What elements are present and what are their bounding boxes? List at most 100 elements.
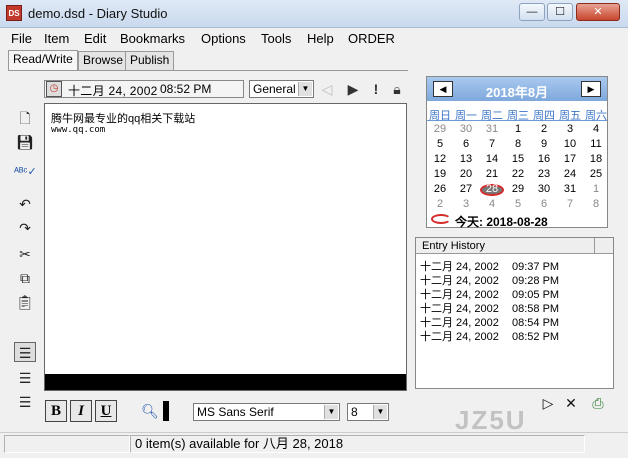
calendar-day[interactable]: 15: [505, 153, 531, 165]
menu-help[interactable]: Help: [307, 31, 334, 46]
calendar-day[interactable]: 31: [557, 183, 583, 195]
calendar-day[interactable]: 18: [583, 153, 609, 165]
calendar-day[interactable]: 7: [557, 198, 583, 210]
close-button[interactable]: ✕: [576, 3, 620, 21]
tab-read-write[interactable]: Read/Write: [8, 50, 78, 70]
underline-button[interactable]: U: [95, 400, 117, 422]
tab-publish[interactable]: Publish: [125, 51, 175, 70]
next-month-icon[interactable]: ▶: [581, 81, 601, 97]
lock-icon[interactable]: 🔒︎: [387, 79, 407, 99]
calendar-day[interactable]: 10: [557, 138, 583, 150]
font-color-icon[interactable]: 🔍︎: [140, 401, 160, 421]
history-row[interactable]: 十二月 24, 2002 09:28 PM: [420, 272, 559, 287]
clock-icon[interactable]: ◷: [46, 81, 62, 97]
today-marker-icon: [431, 214, 451, 224]
font-size-select[interactable]: 8 ▼: [347, 403, 389, 421]
calendar-day[interactable]: 13: [453, 153, 479, 165]
title-bar: DS demo.dsd - Diary Studio — ☐ ✕: [0, 0, 628, 28]
calendar-day[interactable]: 24: [557, 168, 583, 180]
calendar-weekday: 周六: [585, 110, 607, 122]
font-family-select[interactable]: MS Sans Serif ▼: [193, 403, 340, 421]
calendar-day[interactable]: 27: [453, 183, 479, 195]
menu-bookmarks[interactable]: Bookmarks: [120, 31, 185, 46]
calendar-day[interactable]: 29: [505, 183, 531, 195]
undo-icon[interactable]: ↶: [14, 194, 36, 214]
redo-icon[interactable]: ↷: [14, 218, 36, 238]
calendar-day[interactable]: 16: [531, 153, 557, 165]
menu-file[interactable]: File: [11, 31, 32, 46]
calendar-day[interactable]: 2: [427, 198, 453, 210]
calendar-day[interactable]: 31: [479, 123, 505, 135]
calendar-day[interactable]: 8: [505, 138, 531, 150]
previous-month-icon[interactable]: ◀: [433, 81, 453, 97]
calendar-day[interactable]: 8: [583, 198, 609, 210]
calendar-weekday: 周日: [429, 110, 451, 122]
calendar-day[interactable]: 14: [479, 153, 505, 165]
calendar-day[interactable]: 3: [557, 123, 583, 135]
calendar-day[interactable]: 25: [583, 168, 609, 180]
chevron-down-icon: ▼: [298, 82, 312, 96]
align-left-icon[interactable]: ☰: [14, 342, 36, 362]
calendar-day[interactable]: 6: [531, 198, 557, 210]
calendar-day[interactable]: 28: [479, 183, 505, 195]
calendar-day[interactable]: 19: [427, 168, 453, 180]
important-icon[interactable]: !: [366, 79, 386, 99]
entry-date: 十二月 24, 2002: [68, 84, 158, 98]
new-document-icon[interactable]: 🗋: [14, 108, 36, 128]
save-icon[interactable]: 💾︎: [14, 132, 36, 152]
entry-time: 08:52 PM: [160, 82, 212, 96]
calendar-day[interactable]: 2: [531, 123, 557, 135]
italic-button[interactable]: I: [70, 400, 92, 422]
calendar-day[interactable]: 9: [531, 138, 557, 150]
calendar: 2018年8月 ◀ ▶ 周日 周一 周二 周三 周四 周五 周六 29 30 31 1 2 3 4 5 6 7…: [426, 76, 609, 230]
copy-icon[interactable]: ⧉: [14, 268, 36, 288]
calendar-day[interactable]: 29: [427, 123, 453, 135]
calendar-day[interactable]: 21: [479, 168, 505, 180]
calendar-day[interactable]: 6: [453, 138, 479, 150]
minimize-button[interactable]: —: [519, 3, 545, 21]
menu-item[interactable]: Item: [44, 31, 69, 46]
spellcheck-icon[interactable]: ᴬᴮᶜ✓: [14, 162, 37, 182]
calendar-day[interactable]: 4: [583, 123, 609, 135]
calendar-day[interactable]: 22: [505, 168, 531, 180]
calendar-day[interactable]: 5: [505, 198, 531, 210]
color-swatch-icon[interactable]: [163, 401, 169, 421]
paste-icon[interactable]: 📋︎: [14, 292, 36, 312]
history-row[interactable]: 十二月 24, 2002 09:37 PM: [420, 258, 559, 273]
calendar-day[interactable]: 3: [453, 198, 479, 210]
entry-history: Entry History 十二月 24, 2002 09:37 PM 十二月 24…: [415, 237, 614, 389]
history-row[interactable]: 十二月 24, 2002 08:54 PM: [420, 314, 559, 329]
history-row[interactable]: 十二月 24, 2002 08:58 PM: [420, 300, 559, 315]
maximize-button[interactable]: ☐: [547, 3, 573, 21]
calendar-day[interactable]: 30: [531, 183, 557, 195]
today-label[interactable]: 今天: 2018-08-28: [455, 213, 548, 230]
calendar-weekday: 周五: [559, 110, 581, 122]
calendar-day[interactable]: 17: [557, 153, 583, 165]
category-select[interactable]: General ▼: [249, 80, 314, 98]
calendar-day[interactable]: 1: [505, 123, 531, 135]
calendar-day[interactable]: 7: [479, 138, 505, 150]
align-justify-icon[interactable]: ☰: [14, 392, 36, 412]
calendar-day[interactable]: 12: [427, 153, 453, 165]
tab-browse[interactable]: Browse: [78, 51, 129, 70]
history-row[interactable]: 十二月 24, 2002 09:05 PM: [420, 286, 559, 301]
calendar-day[interactable]: 5: [427, 138, 453, 150]
menu-options[interactable]: Options: [201, 31, 246, 46]
align-center-icon[interactable]: ☰: [14, 368, 36, 388]
bold-button[interactable]: B: [45, 400, 67, 422]
menu-edit[interactable]: Edit: [84, 31, 106, 46]
next-entry-icon[interactable]: ▶: [343, 79, 363, 99]
calendar-day[interactable]: 26: [427, 183, 453, 195]
previous-entry-icon[interactable]: ◁: [317, 79, 337, 99]
menu-tools[interactable]: Tools: [261, 31, 291, 46]
calendar-day[interactable]: 1: [583, 183, 609, 195]
history-row[interactable]: 十二月 24, 2002 08:52 PM: [420, 328, 559, 343]
menu-order[interactable]: ORDER: [348, 31, 395, 46]
calendar-day[interactable]: 11: [583, 138, 609, 150]
cut-icon[interactable]: ✂: [14, 244, 36, 264]
entry-editor[interactable]: 腾牛网最专业的qq相关下载站 www.qq.com: [44, 103, 407, 391]
calendar-day[interactable]: 4: [479, 198, 505, 210]
calendar-day[interactable]: 20: [453, 168, 479, 180]
calendar-day[interactable]: 23: [531, 168, 557, 180]
calendar-day[interactable]: 30: [453, 123, 479, 135]
